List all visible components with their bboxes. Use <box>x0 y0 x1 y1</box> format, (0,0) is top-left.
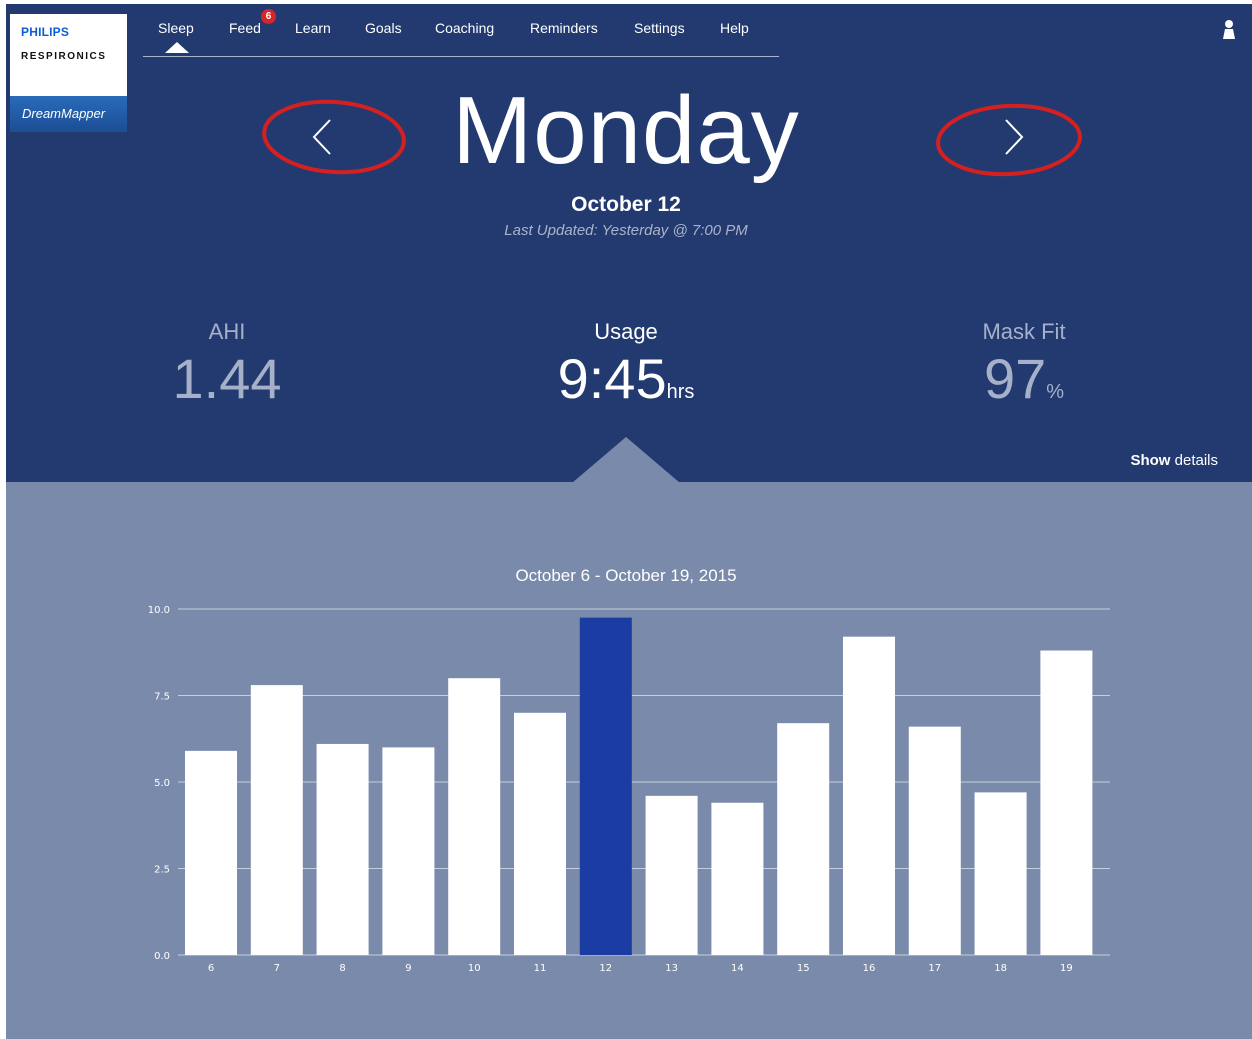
day-title: Monday <box>452 77 800 184</box>
mask-fit-value[interactable]: 97% <box>894 346 1154 411</box>
show-details-bold: Show <box>1130 452 1171 469</box>
logo-company: PHILIPS <box>21 25 70 39</box>
bar-day-9[interactable] <box>382 747 435 955</box>
bar-day-16[interactable] <box>843 636 895 955</box>
bar-day-15[interactable] <box>777 723 830 955</box>
mask-fit-label[interactable]: Mask Fit <box>914 319 1134 345</box>
nav-coaching[interactable]: Coaching <box>435 20 494 36</box>
next-day-button[interactable] <box>934 100 1084 180</box>
mask-fit-number: 97 <box>983 347 1047 410</box>
bar-day-11[interactable] <box>514 712 566 955</box>
app-logo[interactable]: PHILIPS RESPIRONICS DreamMapper <box>10 14 127 132</box>
usage-label[interactable]: Usage <box>516 319 736 345</box>
usage-unit: hrs <box>666 381 695 403</box>
usage-value[interactable]: 9:45hrs <box>496 346 756 411</box>
usage-number: 9:45 <box>557 347 667 410</box>
logo-app-name: DreamMapper <box>10 96 127 132</box>
logo-division: RESPIRONICS <box>21 51 107 62</box>
chevron-left-icon <box>262 99 406 175</box>
nav-feed[interactable]: Feed <box>229 20 261 36</box>
ahi-value[interactable]: 1.44 <box>97 346 357 411</box>
previous-day-button[interactable] <box>260 96 408 178</box>
usage-pointer <box>572 437 680 483</box>
mask-fit-unit: % <box>1046 381 1065 403</box>
chart-title: October 6 - October 19, 2015 <box>515 566 737 585</box>
ahi-number: 1.44 <box>172 347 282 410</box>
show-details-rest: details <box>1174 452 1218 469</box>
user-icon[interactable] <box>1221 19 1237 39</box>
nav-learn[interactable]: Learn <box>295 20 331 36</box>
feed-badge: 6 <box>261 9 276 24</box>
show-details-link[interactable]: Show details <box>1096 452 1218 469</box>
bar-day-19[interactable] <box>1040 650 1093 955</box>
nav-help[interactable]: Help <box>720 20 749 36</box>
bar-day-12[interactable] <box>579 617 632 955</box>
nav-active-caret <box>165 42 189 53</box>
main-nav: Sleep Feed 6 Learn Goals Coaching Remind… <box>143 9 779 57</box>
ahi-label[interactable]: AHI <box>117 319 337 345</box>
bar-day-13[interactable] <box>645 795 698 955</box>
bar-day-14[interactable] <box>711 802 764 955</box>
bar-day-6[interactable] <box>185 750 237 955</box>
last-updated: Last Updated: Yesterday @ 7:00 PM <box>504 222 748 239</box>
bar-day-17[interactable] <box>908 726 961 955</box>
selected-date: October 12 <box>571 193 681 216</box>
bar-day-18[interactable] <box>974 792 1027 955</box>
nav-sleep[interactable]: Sleep <box>158 20 194 36</box>
nav-reminders[interactable]: Reminders <box>530 20 598 36</box>
nav-settings[interactable]: Settings <box>634 20 685 36</box>
bar-day-8[interactable] <box>316 743 369 955</box>
bar-day-7[interactable] <box>250 685 303 955</box>
nav-goals[interactable]: Goals <box>365 20 402 36</box>
bar-day-10[interactable] <box>448 678 501 955</box>
chevron-right-icon <box>936 103 1082 177</box>
